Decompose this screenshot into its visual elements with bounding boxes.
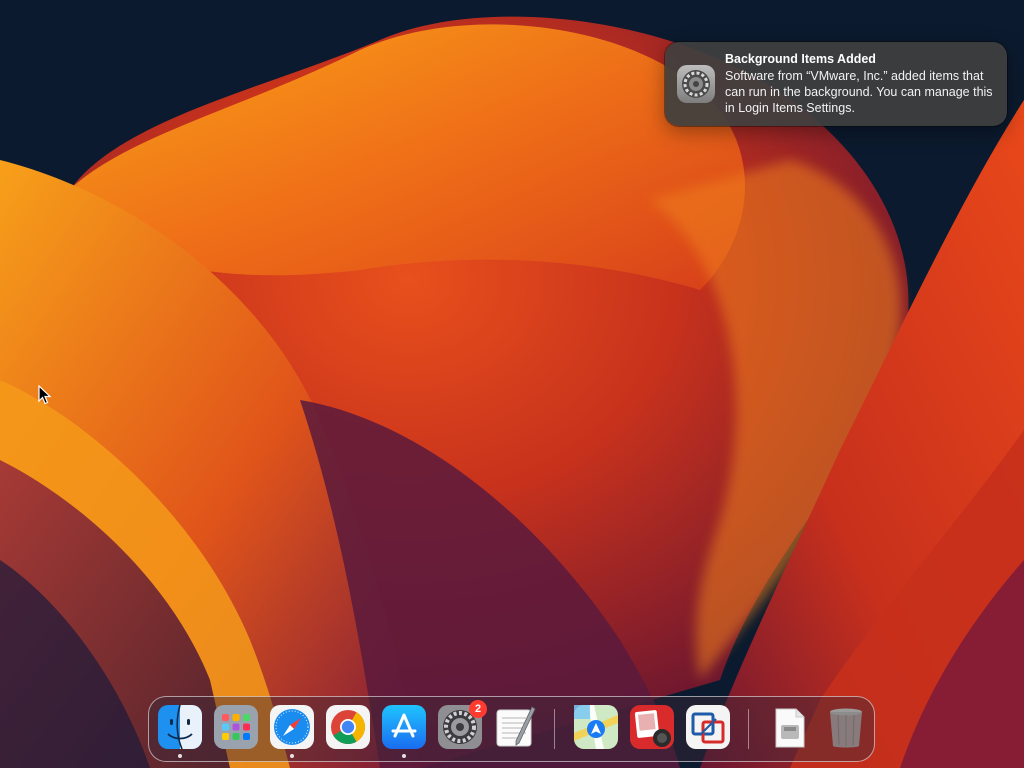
dock-system-settings[interactable]: 2 (438, 700, 487, 749)
dock-separator (554, 709, 555, 749)
dock-textedit[interactable] (494, 705, 538, 749)
dock: 2 (148, 696, 875, 762)
vmware-fusion-icon (686, 705, 730, 749)
dock-vmware-fusion[interactable] (686, 705, 730, 749)
app-store-running-indicator (402, 754, 406, 758)
dock-maps[interactable] (574, 705, 618, 749)
app-store-icon (382, 705, 426, 749)
notification-badge: 2 (469, 700, 487, 718)
finder-running-indicator (178, 754, 182, 758)
dock-app-store[interactable] (382, 705, 426, 749)
textedit-icon (496, 706, 536, 747)
photo-booth-icon (630, 705, 674, 749)
dock-launchpad[interactable] (214, 705, 258, 749)
chrome-icon (326, 705, 370, 749)
trash-icon (830, 708, 862, 748)
finder-icon (158, 705, 202, 749)
mouse-cursor-icon (38, 385, 52, 405)
safari-running-indicator (290, 754, 294, 758)
dock-photo-booth[interactable] (630, 705, 674, 749)
launchpad-icon (214, 705, 258, 749)
dock-trash[interactable] (824, 705, 868, 749)
safari-icon (270, 705, 314, 749)
background-items-notification[interactable]: Background Items Added Software from “VM… (665, 42, 1007, 126)
notification-title: Background Items Added (725, 52, 876, 66)
dock-chrome[interactable] (326, 705, 370, 749)
system-settings-icon (677, 65, 715, 103)
dock-safari[interactable] (270, 705, 314, 749)
downloads-stack-icon (775, 708, 805, 748)
dock-separator (748, 709, 749, 749)
dock-finder[interactable] (158, 705, 202, 749)
notification-body: Software from “VMware, Inc.” added items… (725, 69, 993, 115)
maps-icon (574, 705, 618, 749)
dock-downloads-stack[interactable] (768, 705, 812, 749)
